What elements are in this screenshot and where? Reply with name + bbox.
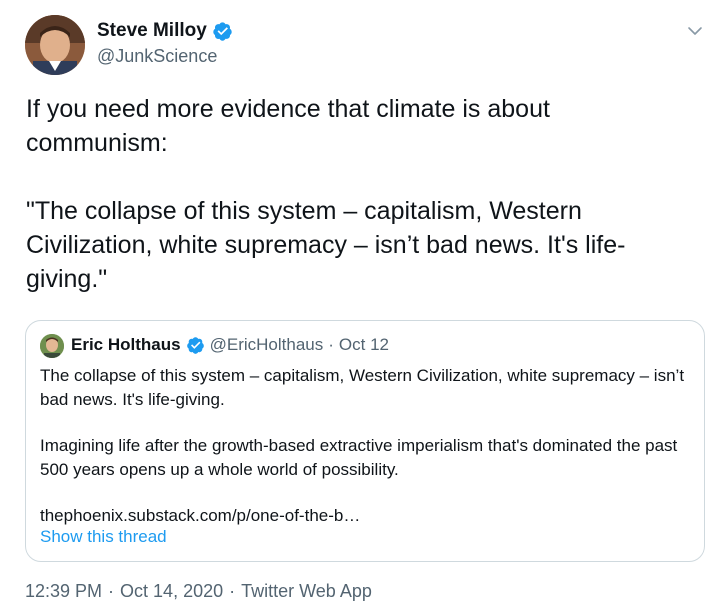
quoted-display-name: Eric Holthaus bbox=[71, 335, 181, 354]
quoted-separator: · bbox=[328, 335, 334, 354]
meta-separator: · bbox=[229, 581, 236, 601]
verified-badge-icon bbox=[186, 336, 205, 355]
tweet-date[interactable]: Oct 14, 2020 bbox=[120, 581, 223, 602]
quoted-handle: @EricHolthaus bbox=[209, 335, 324, 354]
quoted-date: Oct 12 bbox=[338, 335, 389, 354]
tweet-time[interactable]: 12:39 PM bbox=[25, 581, 102, 602]
quoted-paragraph: Imagining life after the growth-based ex… bbox=[40, 436, 678, 479]
author-display-name[interactable]: Steve Milloy bbox=[97, 20, 207, 42]
meta-separator: · bbox=[108, 581, 115, 601]
tweet-metadata: 12:39 PM · Oct 14, 2020 · Twitter Web Ap… bbox=[25, 581, 372, 602]
quoted-body: The collapse of this system – capitalism… bbox=[40, 364, 690, 528]
tweet-source-app[interactable]: Twitter Web App bbox=[241, 581, 372, 602]
quoted-tweet[interactable]: Eric Holthaus @EricHolthaus · Oct 12 The… bbox=[25, 320, 705, 562]
quoted-avatar[interactable] bbox=[40, 334, 64, 358]
chevron-down-icon[interactable] bbox=[686, 22, 704, 40]
author-name-row: Steve Milloy bbox=[97, 20, 233, 42]
quoted-paragraph: The collapse of this system – capitalism… bbox=[40, 366, 685, 409]
show-thread-link[interactable]: Show this thread bbox=[40, 527, 167, 547]
author-handle[interactable]: @JunkScience bbox=[97, 46, 217, 67]
quoted-header: Eric Holthaus @EricHolthaus · Oct 12 bbox=[71, 335, 389, 355]
tweet-text: If you need more evidence that climate i… bbox=[26, 95, 626, 293]
quoted-link: thephoenix.substack.com/p/one-of-the-b… bbox=[40, 506, 361, 525]
avatar[interactable] bbox=[25, 15, 85, 75]
verified-badge-icon bbox=[212, 21, 233, 42]
tweet-card: Steve Milloy @JunkScience If you need mo… bbox=[0, 0, 728, 613]
